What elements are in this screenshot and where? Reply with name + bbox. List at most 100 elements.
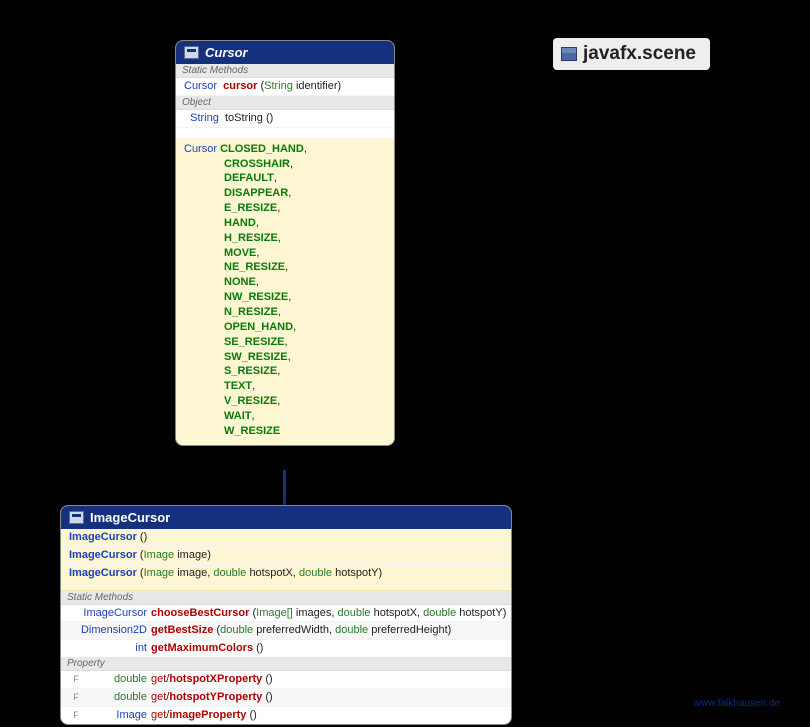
- final-flag: F: [69, 709, 83, 721]
- spacer-row: [176, 128, 394, 139]
- constant-row: OPEN_HAND,: [184, 320, 386, 335]
- constant-name: E_RESIZE: [224, 202, 277, 214]
- package-label: javafx.scene: [553, 38, 710, 70]
- constant-row: DEFAULT,: [184, 171, 386, 186]
- constant-row: SE_RESIZE,: [184, 335, 386, 350]
- return-type: int: [135, 642, 147, 654]
- watermark: www.falkhausen.de: [694, 698, 780, 709]
- constant-row: CROSSHAIR,: [184, 157, 386, 172]
- constant-row: NONE,: [184, 275, 386, 290]
- spacer-row: [61, 582, 511, 591]
- return-type: Image: [116, 709, 147, 721]
- return-type: double: [114, 673, 147, 685]
- constant-row: S_RESIZE,: [184, 364, 386, 379]
- section-property: Property: [61, 657, 511, 671]
- inheritance-connector: [283, 470, 286, 510]
- constructor-params: (): [140, 531, 147, 543]
- section-static-methods: Static Methods: [176, 64, 394, 78]
- constant-row: DISAPPEAR,: [184, 186, 386, 201]
- constructor-row: ImageCursor (Image image, double hotspot…: [61, 565, 511, 582]
- property-name: hotspotYProperty: [169, 691, 262, 703]
- constant-name: TEXT: [224, 380, 252, 392]
- property-params: (): [265, 673, 272, 685]
- package-name: javafx.scene: [583, 43, 696, 65]
- constant-name: H_RESIZE: [224, 232, 278, 244]
- constant-row: E_RESIZE,: [184, 201, 386, 216]
- method-params: (): [266, 112, 273, 124]
- property-params: (): [249, 709, 256, 721]
- method-name: chooseBestCursor: [151, 607, 249, 619]
- constructor-params: (Image image): [140, 549, 211, 561]
- method-params: (Image[] images, double hotspotX, double…: [252, 607, 506, 619]
- constant-name: NONE: [224, 276, 256, 288]
- constant-name: CLOSED_HAND: [220, 143, 304, 155]
- constant-row: W_RESIZE: [184, 424, 386, 439]
- property-name: imageProperty: [169, 709, 246, 721]
- constant-row: SW_RESIZE,: [184, 350, 386, 365]
- constant-row: H_RESIZE,: [184, 231, 386, 246]
- constant-name: S_RESIZE: [224, 365, 277, 377]
- class-icon: [184, 46, 199, 59]
- section-static-methods: Static Methods: [61, 591, 511, 605]
- constructor-params: (Image image, double hotspotX, double ho…: [140, 567, 382, 579]
- constructor-name: ImageCursor: [69, 567, 137, 579]
- getter-prefix: get: [151, 709, 166, 721]
- constructor-name: ImageCursor: [69, 531, 137, 543]
- constant-row: N_RESIZE,: [184, 305, 386, 320]
- final-flag: F: [69, 691, 83, 703]
- constant-row: V_RESIZE,: [184, 394, 386, 409]
- constant-row: Cursor CLOSED_HAND,: [184, 142, 386, 157]
- property-row: FImageget/imageProperty (): [61, 707, 511, 724]
- constant-row: NW_RESIZE,: [184, 290, 386, 305]
- method-name: getMaximumColors: [151, 642, 253, 654]
- method-name: cursor: [223, 80, 257, 92]
- class-header-cursor: Cursor: [176, 41, 394, 64]
- property-name: hotspotXProperty: [169, 673, 262, 685]
- method-row: String toString (): [176, 110, 394, 128]
- method-params: (double preferredWidth, double preferred…: [216, 624, 451, 636]
- constant-name: WAIT: [224, 410, 252, 422]
- method-params: (): [256, 642, 263, 654]
- constants-type: Cursor: [184, 143, 217, 155]
- method-row: ImageCursor chooseBestCursor (Image[] ima…: [61, 605, 511, 623]
- constants-block: Cursor CLOSED_HAND,CROSSHAIR,DEFAULT,DIS…: [176, 139, 394, 445]
- constant-name: W_RESIZE: [224, 425, 280, 437]
- constant-row: WAIT,: [184, 409, 386, 424]
- class-title: ImageCursor: [90, 510, 170, 525]
- constructor-row: ImageCursor (Image image): [61, 547, 511, 565]
- method-row: int getMaximumColors (): [61, 640, 511, 657]
- method-row: Cursor cursor (String identifier): [176, 78, 394, 96]
- constant-name: DEFAULT: [224, 172, 274, 184]
- property-params: (): [265, 691, 272, 703]
- final-flag: F: [69, 673, 83, 685]
- paren-close: ): [338, 80, 342, 92]
- return-type: String: [190, 112, 219, 124]
- method-name: getBestSize: [151, 624, 213, 636]
- return-type: Dimension2D: [81, 624, 147, 636]
- package-icon: [561, 47, 577, 61]
- section-object: Object: [176, 96, 394, 110]
- constant-name: SW_RESIZE: [224, 351, 288, 363]
- constant-name: MOVE: [224, 247, 256, 259]
- constant-name: NW_RESIZE: [224, 291, 288, 303]
- constant-name: DISAPPEAR: [224, 187, 288, 199]
- return-type: ImageCursor: [83, 607, 147, 619]
- constant-name: CROSSHAIR: [224, 158, 290, 170]
- constant-name: V_RESIZE: [224, 395, 277, 407]
- class-title: Cursor: [205, 45, 248, 60]
- constructor-name: ImageCursor: [69, 549, 137, 561]
- constant-name: NE_RESIZE: [224, 261, 285, 273]
- class-box-cursor: Cursor Static Methods Cursor cursor (Str…: [175, 40, 395, 446]
- return-type: double: [114, 691, 147, 703]
- constant-name: SE_RESIZE: [224, 336, 285, 348]
- return-type: Cursor: [184, 80, 217, 92]
- getter-prefix: get: [151, 691, 166, 703]
- constant-row: HAND,: [184, 216, 386, 231]
- constructor-row: ImageCursor (): [61, 529, 511, 547]
- param-name-text: identifier: [296, 80, 338, 92]
- property-row: Fdoubleget/hotspotXProperty (): [61, 671, 511, 689]
- constant-name: N_RESIZE: [224, 306, 278, 318]
- class-icon: [69, 511, 84, 524]
- property-row: Fdoubleget/hotspotYProperty (): [61, 689, 511, 707]
- class-header-imagecursor: ImageCursor: [61, 506, 511, 529]
